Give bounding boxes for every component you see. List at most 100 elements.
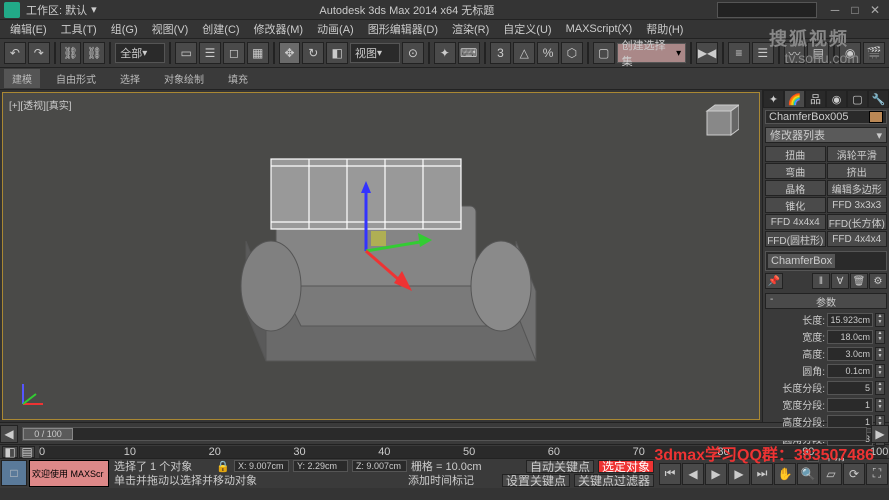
mod-twist[interactable]: 扭曲 (765, 146, 826, 162)
named-sel-dropdown[interactable]: 创建选择集 ▾ (617, 43, 687, 63)
mod-ffdbox[interactable]: FFD(长方体) (827, 214, 888, 230)
select-name-button[interactable]: ☰ (199, 42, 221, 64)
spin-lsegs[interactable]: ▲▼ (875, 381, 885, 395)
ribbon-tab-fill[interactable]: 填充 (220, 69, 256, 88)
tab-create[interactable]: ✦ (763, 90, 784, 108)
align-button[interactable]: ≡ (728, 42, 750, 64)
mod-editpoly[interactable]: 编辑多边形 (827, 180, 888, 196)
rotate-button[interactable]: ↻ (302, 42, 324, 64)
scale-button[interactable]: ◧ (326, 42, 348, 64)
play-button[interactable]: ▶ (705, 463, 727, 485)
mod-bend[interactable]: 弯曲 (765, 163, 826, 179)
ribbon-tab-select[interactable]: 选择 (112, 69, 148, 88)
redo-button[interactable]: ↷ (28, 42, 50, 64)
viewport-perspective[interactable]: [+][透视][真实] (2, 92, 760, 420)
tab-display[interactable]: ▢ (847, 90, 868, 108)
help-search[interactable] (717, 2, 817, 18)
stack-unique-button[interactable]: ∀ (831, 273, 849, 289)
mirror-button[interactable]: ▶◀ (696, 42, 718, 64)
select-button[interactable]: ▭ (175, 42, 197, 64)
angle-snap-button[interactable]: △ (513, 42, 535, 64)
maxscript-listener[interactable]: 欢迎使用 MAXScr (29, 460, 109, 487)
coord-x[interactable]: X: 9.007cm (234, 460, 289, 472)
mod-lattice[interactable]: 晶格 (765, 180, 826, 196)
spin-length[interactable]: ▲▼ (875, 313, 885, 327)
workspace-dropdown[interactable]: 工作区: 默认 (26, 2, 87, 18)
unlink-button[interactable]: ⛓ (83, 42, 105, 64)
render-setup-button[interactable]: 🎬 (863, 42, 885, 64)
menu-edit[interactable]: 编辑(E) (4, 21, 53, 37)
mod-taper[interactable]: 锥化 (765, 197, 826, 213)
select-rect-button[interactable]: ◻ (223, 42, 245, 64)
spin-fillet[interactable]: ▲▼ (875, 364, 885, 378)
input-length[interactable]: 15.923cm (827, 313, 873, 327)
object-color-swatch[interactable] (869, 111, 883, 123)
tab-motion[interactable]: ◉ (826, 90, 847, 108)
tab-utilities[interactable]: 🔧 (868, 90, 889, 108)
filter-dropdown[interactable]: 全部 ▾ (115, 43, 165, 63)
coord-y[interactable]: Y: 2.29cm (293, 460, 348, 472)
nav-orbit-button[interactable]: ⟳ (843, 463, 865, 485)
stack-pin-button[interactable]: 📌 (765, 273, 783, 289)
tab-modify[interactable]: 🌈 (784, 90, 805, 108)
snap-button[interactable]: 3 (490, 42, 512, 64)
track-filter-button[interactable]: ▤ (19, 446, 35, 458)
maxscript-mini-button[interactable]: □ (1, 460, 27, 486)
stack-item-chamferbox[interactable]: ChamferBox (768, 254, 835, 268)
menu-create[interactable]: 创建(C) (196, 21, 245, 37)
mod-ffd444[interactable]: FFD 4x4x4 (765, 214, 826, 230)
menu-graph[interactable]: 图形编辑器(D) (362, 21, 444, 37)
object-name-field[interactable]: ChamferBox005 (765, 110, 887, 124)
close-button[interactable]: ✕ (865, 2, 885, 18)
pivot-button[interactable]: ⊙ (402, 42, 424, 64)
menu-custom[interactable]: 自定义(U) (497, 21, 557, 37)
maximize-button[interactable]: □ (845, 2, 865, 18)
mod-ffdcyl[interactable]: FFD(圆柱形) (765, 231, 826, 247)
setkey-button[interactable]: 设置关键点 (502, 474, 570, 487)
ribbon-tab-freeform[interactable]: 自由形式 (48, 69, 104, 88)
ribbon-tab-paint[interactable]: 对象绘制 (156, 69, 212, 88)
input-width[interactable]: 18.0cm (827, 330, 873, 344)
window-cross-button[interactable]: ▦ (247, 42, 269, 64)
input-wsegs[interactable]: 1 (827, 398, 873, 412)
time-next-button[interactable]: ▶ (871, 425, 889, 443)
stack-show-button[interactable]: ‖ (812, 273, 830, 289)
time-prev-button[interactable]: ◀ (0, 425, 18, 443)
track-open-button[interactable]: ◧ (2, 446, 18, 458)
menu-modifiers[interactable]: 修改器(M) (248, 21, 310, 37)
menu-maxscript[interactable]: MAXScript(X) (560, 23, 639, 35)
spinner-snap-button[interactable]: ⬡ (561, 42, 583, 64)
menu-render[interactable]: 渲染(R) (446, 21, 495, 37)
modifier-stack[interactable]: ChamferBox (765, 251, 887, 271)
spin-height[interactable]: ▲▼ (875, 347, 885, 361)
stack-remove-button[interactable]: 🗑 (850, 273, 868, 289)
mod-turbosmooth[interactable]: 涡轮平滑 (827, 146, 888, 162)
keyfilter-button[interactable]: 关键点过滤器 (574, 474, 654, 487)
time-slider[interactable]: 0 / 100 (22, 427, 867, 441)
percent-snap-button[interactable]: % (537, 42, 559, 64)
menu-tools[interactable]: 工具(T) (55, 21, 103, 37)
mod-ffd444b[interactable]: FFD 4x4x4 (827, 231, 888, 247)
tab-hierarchy[interactable]: 品 (805, 90, 826, 108)
menu-help[interactable]: 帮助(H) (640, 21, 689, 37)
stack-config-button[interactable]: ⚙ (869, 273, 887, 289)
goto-end-button[interactable]: ⏭ (751, 463, 773, 485)
spin-wsegs[interactable]: ▲▼ (875, 398, 885, 412)
keyboard-button[interactable]: ⌨ (458, 42, 480, 64)
minimize-button[interactable]: ─ (825, 2, 845, 18)
mod-extrude[interactable]: 挤出 (827, 163, 888, 179)
menu-group[interactable]: 组(G) (105, 21, 144, 37)
spin-width[interactable]: ▲▼ (875, 330, 885, 344)
rollout-parameters[interactable]: 参数 (765, 293, 887, 309)
time-handle[interactable]: 0 / 100 (23, 428, 73, 440)
link-button[interactable]: ⛓ (60, 42, 82, 64)
manipulate-button[interactable]: ✦ (434, 42, 456, 64)
nav-fov-button[interactable]: ▱ (820, 463, 842, 485)
menu-animation[interactable]: 动画(A) (311, 21, 360, 37)
input-fillet[interactable]: 0.1cm (827, 364, 873, 378)
mod-ffd333[interactable]: FFD 3x3x3 (827, 197, 888, 213)
modifier-list-dropdown[interactable]: 修改器列表▾ (765, 127, 887, 143)
coord-z[interactable]: Z: 9.007cm (352, 460, 407, 472)
undo-button[interactable]: ↶ (4, 42, 26, 64)
viewcube[interactable] (699, 103, 739, 143)
